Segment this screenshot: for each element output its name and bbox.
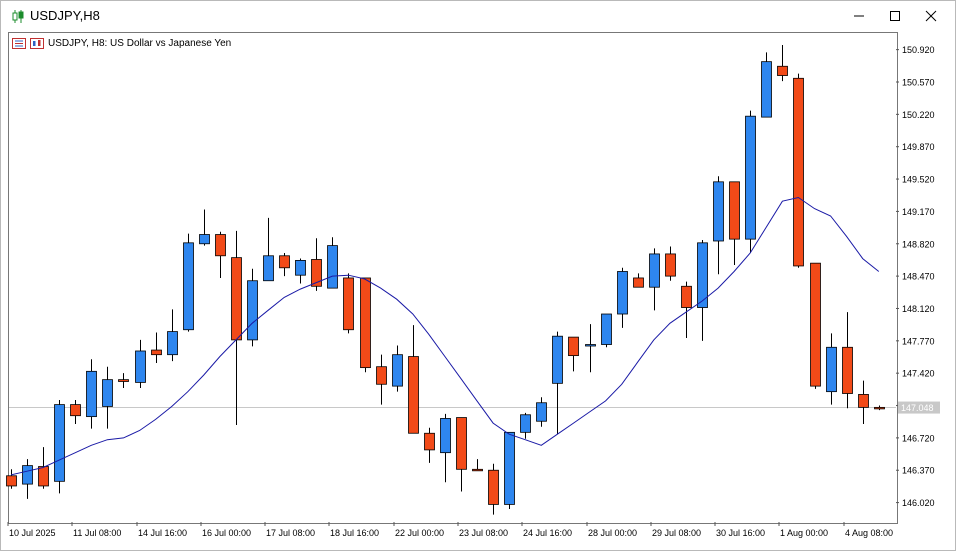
window-title: USDJPY,H8 [30,8,100,23]
chart-properties-icon[interactable] [30,37,44,49]
maximize-icon [890,11,900,21]
candlestick-chart-icon [12,10,24,23]
minimize-icon [854,15,864,17]
close-button[interactable] [914,1,948,31]
chart-header-text: USDJPY, H8: US Dollar vs Japanese Yen [48,37,232,49]
titlebar: USDJPY,H8 [1,1,955,31]
close-icon [925,10,937,22]
chart-area[interactable] [8,32,898,524]
maximize-button[interactable] [878,1,912,31]
object-list-icon[interactable] [12,37,26,49]
minimize-button[interactable] [842,1,876,31]
chart-header: USDJPY, H8: US Dollar vs Japanese Yen [12,36,231,50]
